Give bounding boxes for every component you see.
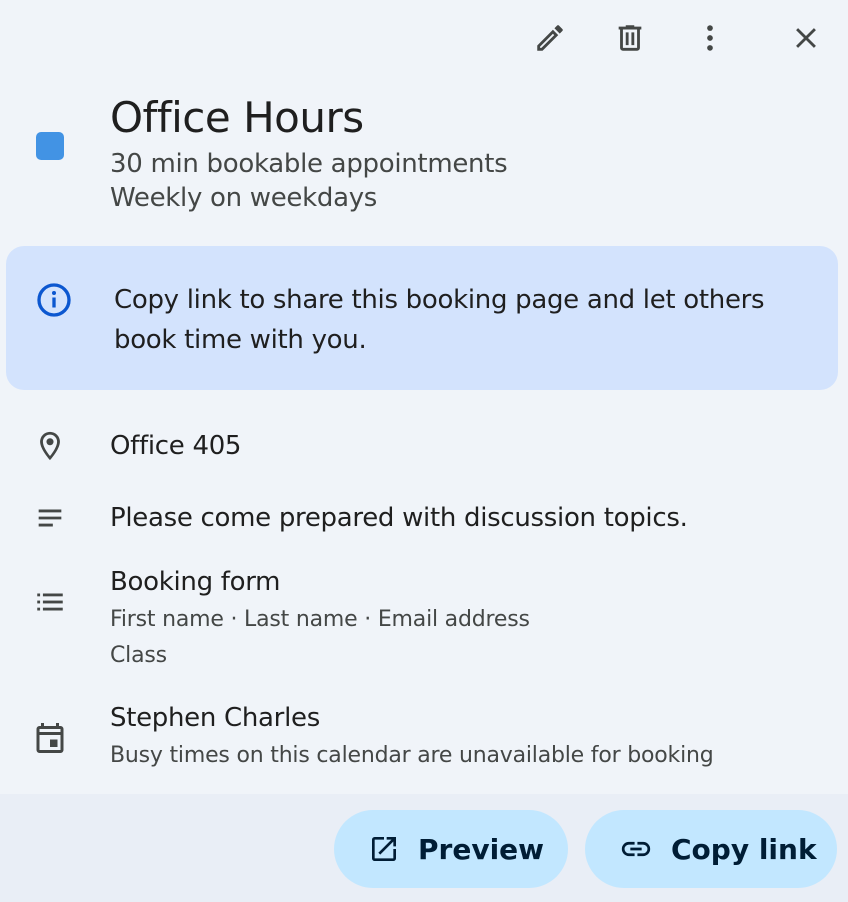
edit-button[interactable] xyxy=(526,14,574,62)
event-color-chip xyxy=(36,132,64,160)
preview-label: Preview xyxy=(418,832,545,866)
preview-button[interactable]: Preview xyxy=(334,810,568,888)
list-icon xyxy=(30,582,70,622)
open-in-new-icon xyxy=(368,833,400,865)
booking-form-fields: First name · Last name · Email address xyxy=(110,607,530,632)
booking-form-label: Booking form xyxy=(110,567,281,597)
event-title: Office Hours xyxy=(110,93,364,142)
event-location: Office 405 xyxy=(110,431,242,461)
location-pin-icon xyxy=(30,426,70,466)
info-text: Copy link to share this booking page and… xyxy=(114,285,765,355)
calendar-note: Busy times on this calendar are unavaila… xyxy=(110,743,714,768)
trash-icon xyxy=(613,21,647,55)
event-recurrence: Weekly on weekdays xyxy=(110,183,378,213)
copy-link-label: Copy link xyxy=(671,832,817,866)
booking-form-extra: Class xyxy=(110,643,167,668)
calendar-owner: Stephen Charles xyxy=(110,703,320,733)
delete-button[interactable] xyxy=(606,14,654,62)
calendar-icon xyxy=(30,718,70,758)
pencil-icon xyxy=(533,21,567,55)
copy-link-button[interactable]: Copy link xyxy=(585,810,837,888)
close-icon xyxy=(789,21,823,55)
event-description: Please come prepared with discussion top… xyxy=(110,503,688,533)
more-options-button[interactable] xyxy=(686,14,734,62)
link-icon xyxy=(619,832,653,866)
description-icon xyxy=(30,498,70,538)
event-duration: 30 min bookable appointments xyxy=(110,149,508,179)
more-vert-icon xyxy=(693,21,727,55)
info-icon xyxy=(34,280,74,325)
close-button[interactable] xyxy=(782,14,830,62)
